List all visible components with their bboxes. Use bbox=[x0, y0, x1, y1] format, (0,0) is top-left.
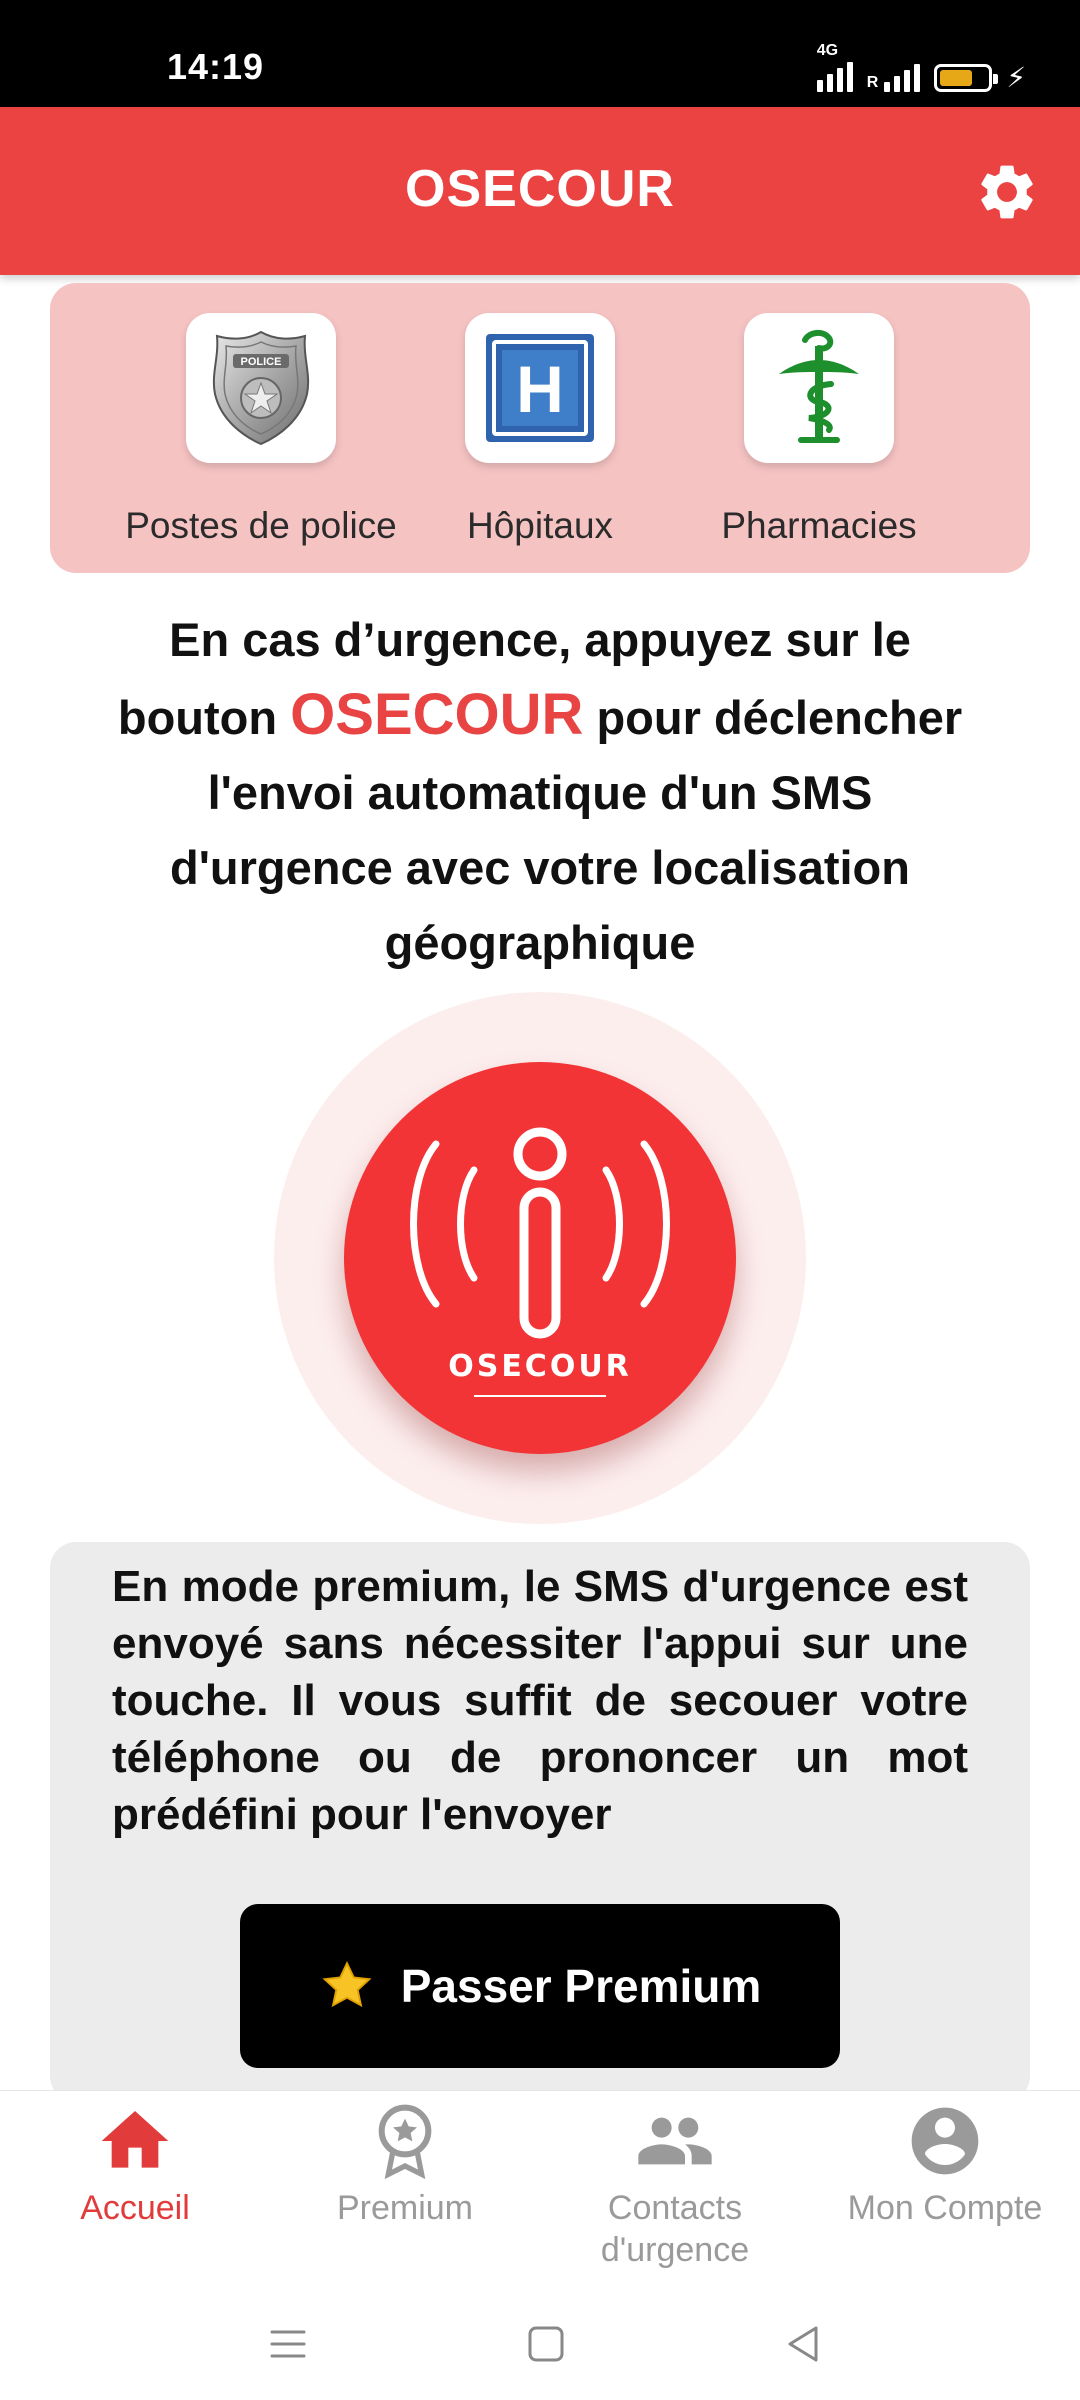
status-bar: 14:19 4G R ⚡ bbox=[0, 0, 1080, 107]
settings-button[interactable] bbox=[974, 159, 1040, 225]
go-premium-button[interactable]: Passer Premium bbox=[240, 1904, 840, 2068]
nav-account[interactable]: Mon Compte bbox=[810, 2101, 1080, 2229]
hospitals-label: Hôpitaux bbox=[466, 505, 614, 546]
mobile-signal-icon: 4G bbox=[816, 42, 853, 92]
quick-access-card: POLICE Postes de police H Hôpitaux Pharm… bbox=[50, 283, 1030, 573]
police-label: Postes de police bbox=[125, 505, 397, 546]
pharmacies-button[interactable]: Pharmacies bbox=[669, 313, 969, 563]
status-time: 14:19 bbox=[167, 46, 265, 87]
people-icon bbox=[638, 2117, 712, 2165]
pharmacy-tile bbox=[744, 313, 894, 463]
app-bar: OSECOUR bbox=[0, 107, 1080, 275]
police-stations-button[interactable]: POLICE Postes de police bbox=[111, 313, 411, 563]
nav-account-label: Mon Compte bbox=[847, 2189, 1043, 2227]
hospital-tile: H bbox=[465, 313, 615, 463]
roaming-signal-icon: R bbox=[867, 64, 921, 92]
sos-alert-icon: OSECOUR bbox=[410, 1127, 670, 1397]
hospital-letter: H bbox=[516, 352, 564, 426]
sos-button-label: OSECOUR bbox=[448, 1349, 632, 1384]
hospitals-button[interactable]: H Hôpitaux bbox=[390, 313, 690, 563]
menu-lines-icon bbox=[270, 2330, 306, 2358]
go-premium-label: Passer Premium bbox=[400, 1960, 762, 2012]
premium-card: En mode premium, le SMS d'urgence est en… bbox=[50, 1542, 1030, 2102]
police-badge-icon: POLICE bbox=[212, 330, 310, 446]
nav-premium-label: Premium bbox=[336, 2189, 474, 2227]
recent-apps-button[interactable] bbox=[258, 2314, 318, 2374]
nav-emergency-contacts[interactable]: Contacts d'urgence bbox=[540, 2101, 810, 2271]
back-system-button[interactable] bbox=[774, 2314, 834, 2374]
triangle-back-icon bbox=[788, 2326, 818, 2362]
charging-icon: ⚡ bbox=[1006, 62, 1026, 93]
system-navigation-bar bbox=[0, 2290, 1080, 2400]
instruction-text: En cas d’urgence, appuyez sur le bouton … bbox=[110, 602, 970, 980]
police-badge-text: POLICE bbox=[241, 356, 282, 368]
police-tile: POLICE bbox=[186, 313, 336, 463]
battery-level-fill bbox=[940, 70, 973, 86]
battery-icon bbox=[934, 64, 999, 92]
nav-premium[interactable]: Premium bbox=[270, 2101, 540, 2229]
hospital-icon: H bbox=[486, 334, 594, 442]
pharmacy-icon bbox=[779, 330, 859, 443]
premium-description: En mode premium, le SMS d'urgence est en… bbox=[112, 1562, 968, 1839]
roaming-label: R bbox=[866, 74, 879, 91]
gear-icon bbox=[981, 165, 1033, 219]
nav-home-label: Accueil bbox=[80, 2189, 190, 2227]
nav-emergency-contacts-label: Contacts d'urgence bbox=[600, 2189, 750, 2269]
instruction-brand: OSECOUR bbox=[290, 682, 584, 747]
home-system-button[interactable] bbox=[516, 2314, 576, 2374]
account-icon bbox=[911, 2107, 979, 2175]
home-icon bbox=[101, 2111, 169, 2168]
nav-home[interactable]: Accueil bbox=[0, 2101, 270, 2229]
sos-button[interactable]: OSECOUR bbox=[344, 1062, 736, 1454]
status-icons: 4G R ⚡ bbox=[816, 42, 1026, 93]
square-home-icon bbox=[528, 2326, 564, 2362]
app-title: OSECOUR bbox=[405, 160, 675, 218]
award-icon bbox=[378, 2104, 432, 2180]
star-icon bbox=[322, 1960, 372, 2008]
pharmacies-label: Pharmacies bbox=[721, 505, 917, 546]
bottom-navigation: Accueil Premium Contacts d'urgence Mon C… bbox=[0, 2090, 1080, 2291]
network-type-label: 4G bbox=[816, 42, 839, 59]
